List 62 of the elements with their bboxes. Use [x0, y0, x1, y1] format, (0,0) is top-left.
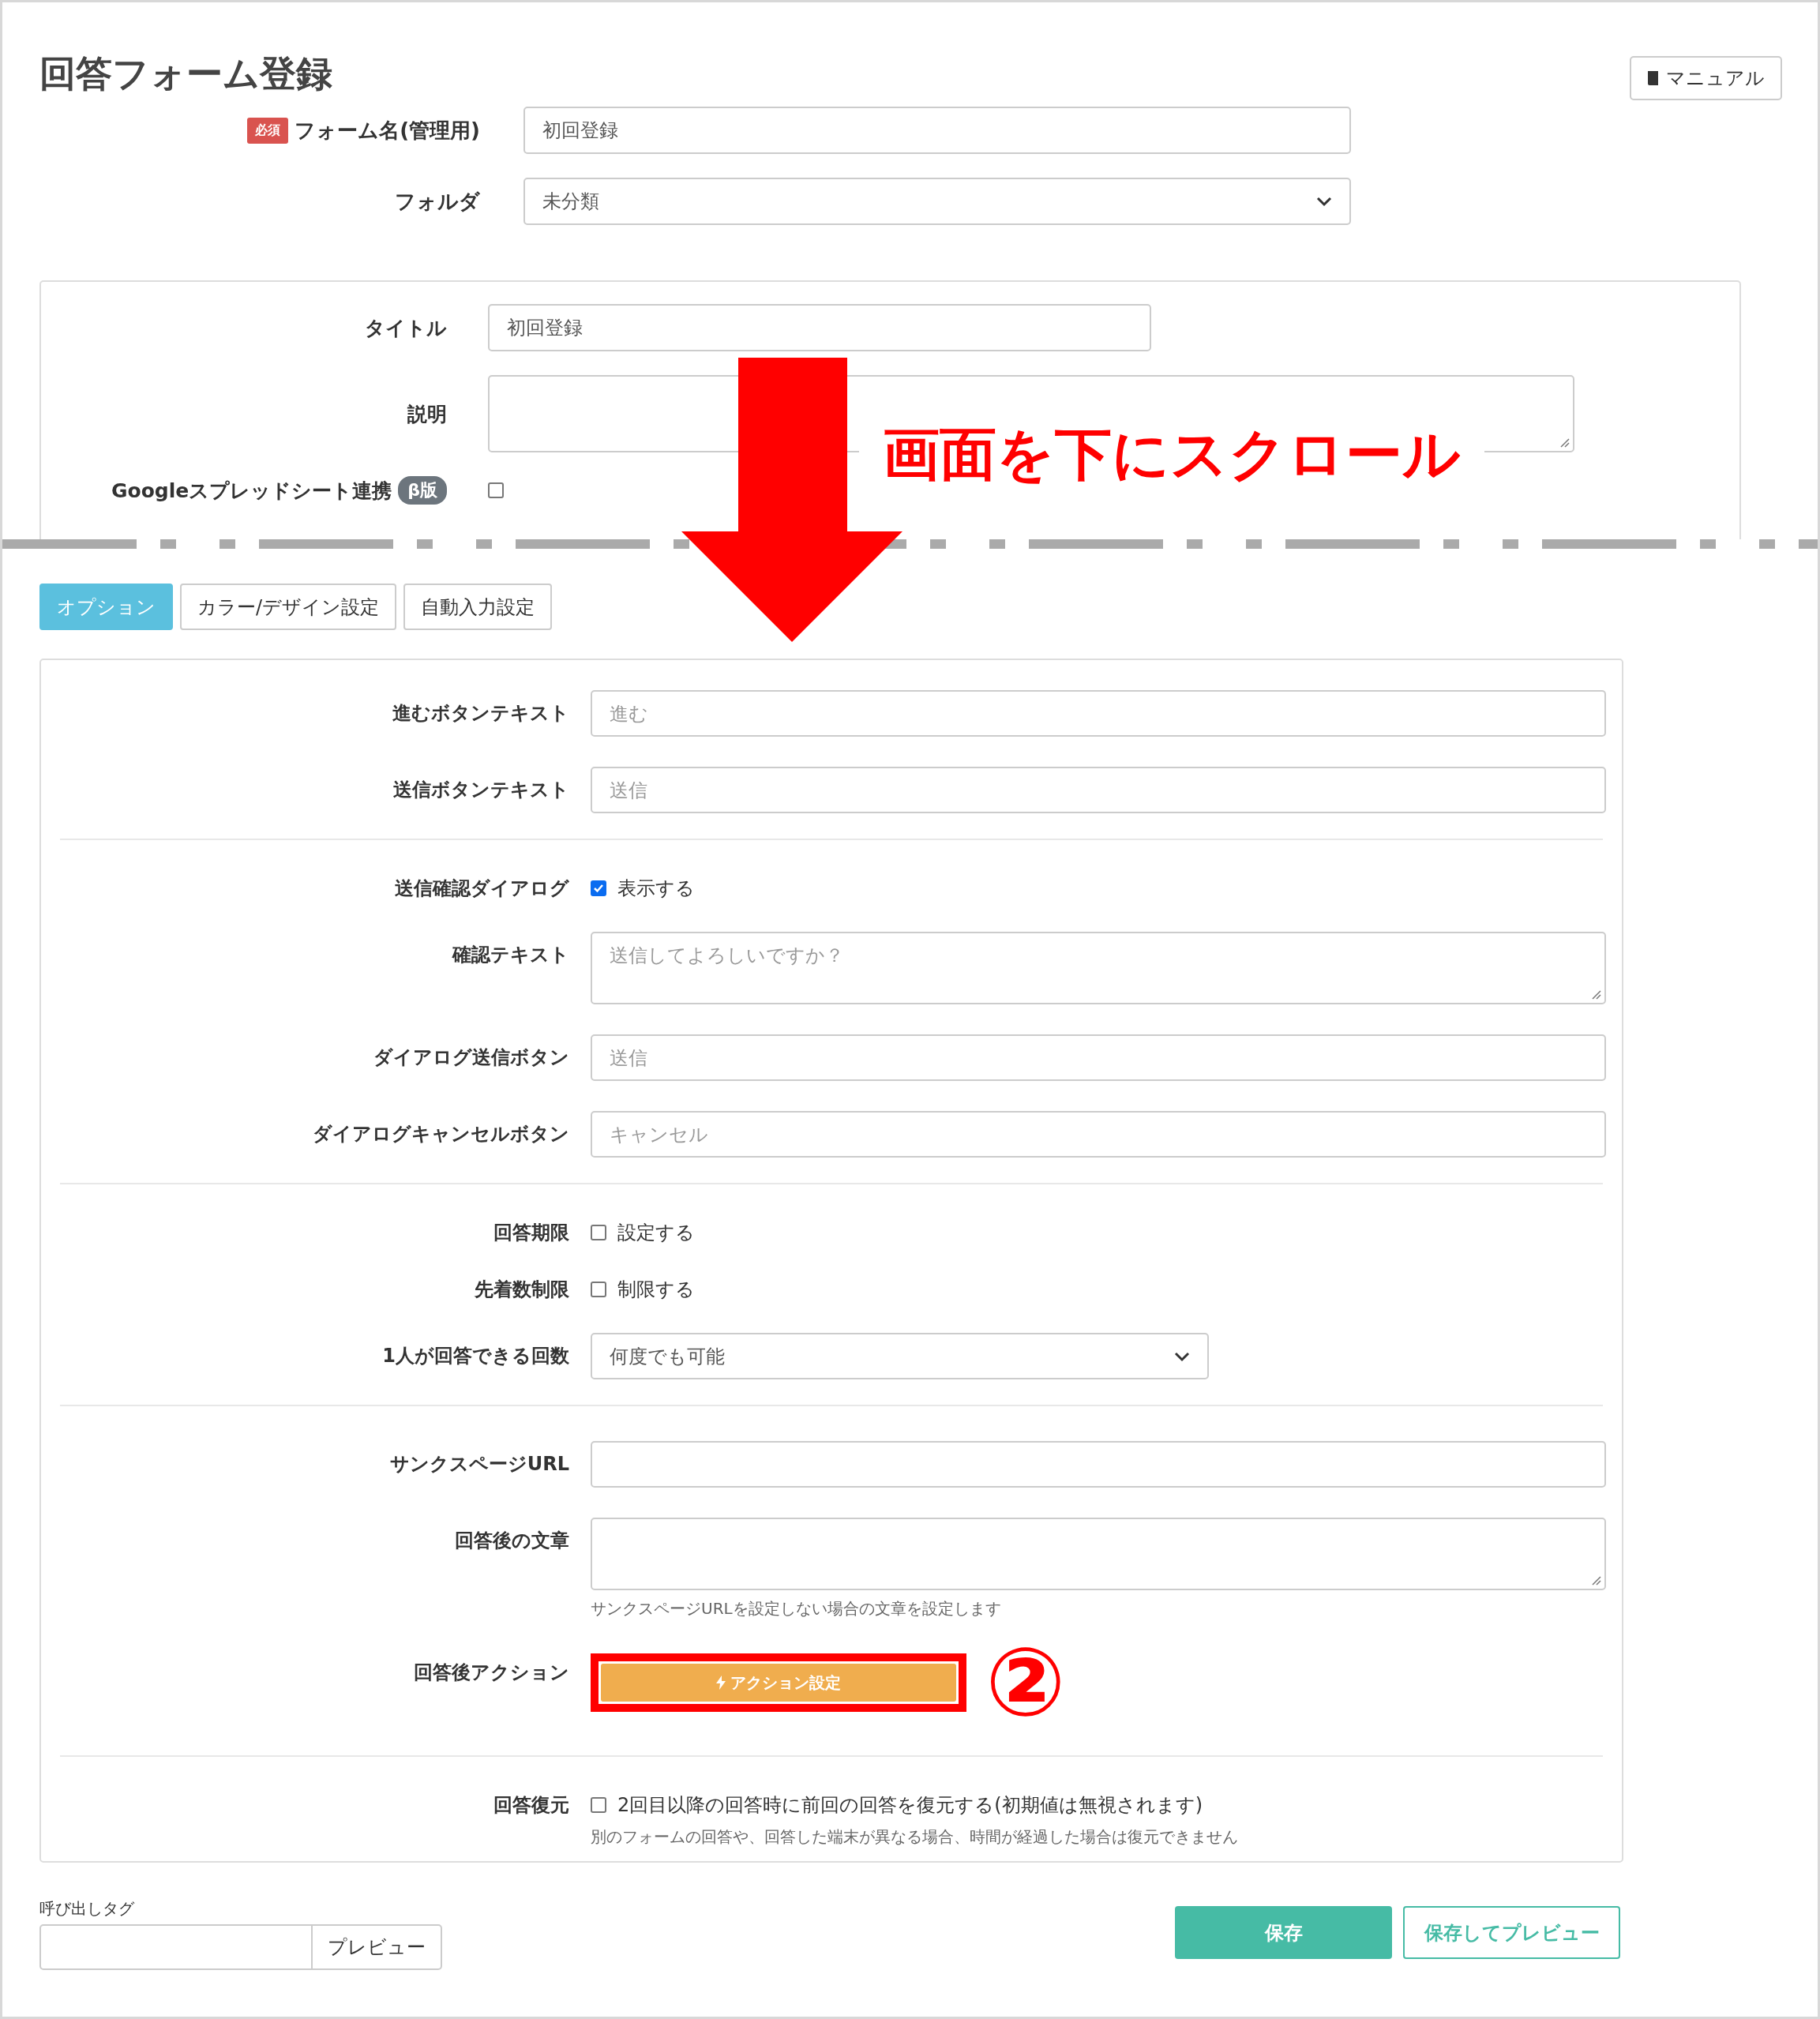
- checkbox-label: 2回目以降の回答時に前回の回答を復元する(初期値は無視されます): [617, 1793, 1203, 1818]
- field-label: サンクスページURL: [389, 1452, 569, 1477]
- field-label: ダイアログキャンセルボタン: [313, 1122, 569, 1146]
- beta-badge: β版: [398, 476, 447, 505]
- checkbox[interactable]: [591, 1282, 606, 1297]
- text-field[interactable]: [591, 1441, 1606, 1488]
- text-field[interactable]: 初回登録: [523, 107, 1351, 154]
- field-label: 送信確認ダイアログ: [395, 876, 569, 901]
- check-icon: [593, 884, 604, 893]
- field-label: フォーム名(管理用): [295, 117, 480, 144]
- field-label: フォルダ: [395, 188, 480, 215]
- field-label: 回答復元: [493, 1793, 569, 1818]
- field-label: タイトル: [365, 315, 447, 341]
- checkbox-label: 制限する: [617, 1278, 695, 1302]
- select-field[interactable]: 何度でも可能: [591, 1333, 1209, 1379]
- text-field[interactable]: 進む: [591, 690, 1606, 737]
- field-label: 確認テキスト: [452, 943, 569, 967]
- tag-input-field[interactable]: [39, 1924, 313, 1970]
- field-label: Googleスプレッドシート連携: [111, 478, 392, 504]
- text-field[interactable]: 送信: [591, 767, 1606, 813]
- page-title: 回答フォーム登録: [39, 51, 332, 96]
- checkbox[interactable]: [591, 1225, 606, 1240]
- checkbox[interactable]: [488, 482, 504, 498]
- tab[interactable]: オプション: [39, 584, 173, 630]
- manual-button[interactable]: マニュアル: [1630, 56, 1782, 100]
- checkbox[interactable]: [591, 1797, 606, 1813]
- select-field[interactable]: 未分類: [523, 178, 1351, 225]
- field-label: 呼び出しタグ: [39, 1898, 135, 1920]
- field-label: 1人が回答できる回数: [382, 1344, 569, 1368]
- action-settings-button[interactable]: アクション設定: [601, 1664, 956, 1702]
- chevron-down-icon: [1316, 196, 1332, 207]
- required-badge: 必須: [247, 117, 289, 144]
- text-field[interactable]: 初回登録: [488, 304, 1151, 351]
- step-number: ②: [985, 1635, 1066, 1730]
- field-label: 先着数制限: [475, 1278, 569, 1302]
- textarea-field[interactable]: [591, 1518, 1606, 1590]
- help-text: サンクスページURLを設定しない場合の文章を設定します: [591, 1598, 1002, 1619]
- text-field[interactable]: 送信: [591, 1034, 1606, 1081]
- save-button[interactable]: 保存: [1175, 1906, 1392, 1959]
- tab[interactable]: 自動入力設定: [403, 584, 553, 630]
- checkbox[interactable]: [591, 880, 606, 896]
- resize-grip-icon: [1559, 437, 1570, 448]
- checkbox-label: 設定する: [617, 1221, 695, 1245]
- field-label: 回答後の文章: [455, 1529, 569, 1553]
- text-field[interactable]: キャンセル: [591, 1111, 1606, 1158]
- resize-grip-icon: [1590, 989, 1601, 1000]
- chevron-down-icon: [1174, 1350, 1190, 1362]
- book-icon: [1647, 70, 1660, 86]
- preview-button[interactable]: プレビュー: [313, 1924, 442, 1970]
- resize-grip-icon: [1590, 1574, 1601, 1586]
- field-label: 進むボタンテキスト: [392, 701, 569, 726]
- field-label: 回答期限: [493, 1221, 569, 1245]
- field-label: 送信ボタンテキスト: [393, 778, 569, 802]
- field-label: 説明: [407, 401, 447, 427]
- field-label: ダイアログ送信ボタン: [373, 1045, 569, 1070]
- save-preview-button[interactable]: 保存してプレビュー: [1403, 1906, 1620, 1959]
- help-text: 別のフォームの回答や、回答した端末が異なる場合、時間が経過した場合は復元できません: [591, 1826, 1239, 1848]
- lightning-icon: [716, 1676, 726, 1690]
- tab[interactable]: カラー/デザイン設定: [180, 584, 397, 630]
- textarea-field[interactable]: 送信してよろしいですか？: [591, 932, 1606, 1004]
- field-label: 回答後アクション: [414, 1661, 569, 1685]
- checkbox-label: 表示する: [617, 876, 695, 901]
